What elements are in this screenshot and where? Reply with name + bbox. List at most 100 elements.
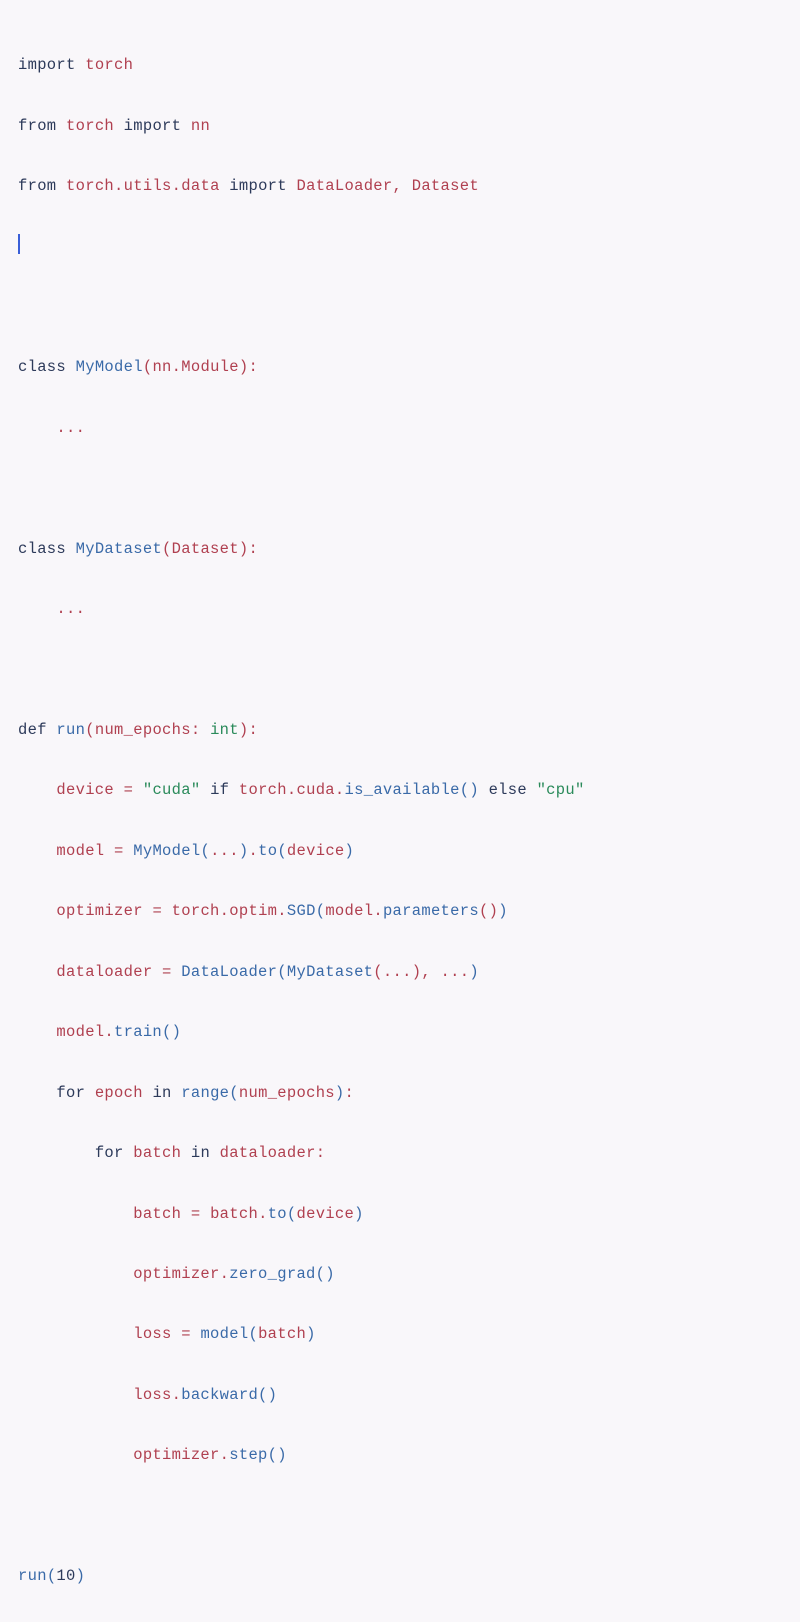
keyword-from: from (18, 177, 56, 195)
call-model: model (200, 1325, 248, 1343)
ident-torch: torch (239, 781, 287, 799)
punct-rparen: ) (277, 1446, 287, 1464)
punct-rparen: ) (76, 1567, 86, 1585)
punct-dot: . (220, 1446, 230, 1464)
punct-lparen: ( (373, 963, 383, 981)
ident-optim: optim (229, 902, 277, 920)
call-range: range (181, 1084, 229, 1102)
punct-lparen: ( (85, 721, 95, 739)
keyword-def: def (18, 721, 47, 739)
punct-dot: . (258, 1205, 268, 1223)
punct-colon: : (249, 721, 259, 739)
punct-dot: . (373, 902, 383, 920)
punct-rparen: ) (239, 721, 249, 739)
keyword-class: class (18, 540, 66, 558)
code-line-18: optimizer.zero_grad() (18, 1259, 782, 1289)
ident-nn: nn (191, 117, 210, 135)
punct-rparen: ) (498, 902, 508, 920)
op-eq: = (181, 1325, 191, 1343)
punct-rparen: ) (354, 1205, 364, 1223)
ident-DataLoader: DataLoader (297, 177, 393, 195)
code-line-3: from torch.utils.data import DataLoader,… (18, 171, 782, 201)
punct-lparen: ( (316, 1265, 326, 1283)
code-line-blank-2 (18, 473, 782, 503)
call-MyDataset: MyDataset (287, 963, 373, 981)
keyword-in: in (191, 1144, 210, 1162)
ident-torch: torch (85, 56, 133, 74)
punct-rparen: ) (489, 902, 499, 920)
keyword-import: import (124, 117, 182, 135)
punct-comma: , (393, 177, 403, 195)
punct-lparen: ( (287, 1205, 297, 1223)
ident-optimizer: optimizer (56, 902, 142, 920)
ellipsis: ... (56, 600, 85, 618)
ident-batch: batch (133, 1144, 181, 1162)
code-line-8: ... (18, 594, 782, 624)
ident-Dataset: Dataset (172, 540, 239, 558)
ident-batch: batch (258, 1325, 306, 1343)
punct-rparen: ) (412, 963, 422, 981)
keyword-else: else (489, 781, 527, 799)
op-eq: = (114, 842, 124, 860)
punct-rparen: ) (268, 1386, 278, 1404)
punct-dot: . (104, 1023, 114, 1041)
punct-lparen: ( (277, 963, 287, 981)
ident-num_epochs: num_epochs (239, 1084, 335, 1102)
ident-torch: torch (66, 177, 114, 195)
code-line-22: run(10) (18, 1561, 782, 1591)
funcname-run: run (56, 721, 85, 739)
ident-loss: loss (133, 1386, 171, 1404)
punct-rparen: ) (345, 842, 355, 860)
method-step: step (229, 1446, 267, 1464)
punct-lparen: ( (229, 1084, 239, 1102)
code-line-19: loss = model(batch) (18, 1319, 782, 1349)
code-line-11: model = MyModel(...).to(device) (18, 836, 782, 866)
punct-lparen: ( (162, 540, 172, 558)
method-zero_grad: zero_grad (229, 1265, 315, 1283)
ident-model: model (56, 1023, 104, 1041)
code-line-17: batch = batch.to(device) (18, 1199, 782, 1229)
keyword-class: class (18, 358, 66, 376)
op-eq: = (191, 1205, 201, 1223)
ident-optimizer: optimizer (133, 1446, 219, 1464)
ident-optimizer: optimizer (133, 1265, 219, 1283)
code-line-6: ... (18, 413, 782, 443)
punct-colon: : (248, 540, 258, 558)
code-line-14: model.train() (18, 1017, 782, 1047)
code-line-5: class MyModel(nn.Module): (18, 352, 782, 382)
code-line-blank-1 (18, 292, 782, 322)
op-eq: = (124, 781, 134, 799)
keyword-for: for (95, 1144, 124, 1162)
string-cpu: "cpu" (537, 781, 585, 799)
ident-cuda: cuda (297, 781, 335, 799)
punct-colon: : (191, 721, 201, 739)
punct-comma: , (421, 963, 431, 981)
punct-lparen: ( (460, 781, 470, 799)
code-line-7: class MyDataset(Dataset): (18, 534, 782, 564)
ident-loss: loss (133, 1325, 171, 1343)
ident-model: model (325, 902, 373, 920)
ident-dataloader: dataloader (56, 963, 152, 981)
call-run: run (18, 1567, 47, 1585)
punct-rparen: ) (325, 1265, 335, 1283)
punct-lparen: ( (200, 842, 210, 860)
classname-MyModel: MyModel (76, 358, 143, 376)
method-to: to (268, 1205, 287, 1223)
punct-rparen: ) (469, 963, 479, 981)
method-train: train (114, 1023, 162, 1041)
ident-nn: nn (152, 358, 171, 376)
code-line-10: device = "cuda" if torch.cuda.is_availab… (18, 775, 782, 805)
method-backward: backward (181, 1386, 258, 1404)
ident-utils: utils (124, 177, 172, 195)
punct-colon: : (345, 1084, 355, 1102)
ident-epoch: epoch (95, 1084, 143, 1102)
method-parameters: parameters (383, 902, 479, 920)
ellipsis: ... (56, 419, 85, 437)
param-num_epochs: num_epochs (95, 721, 191, 739)
ident-model: model (56, 842, 104, 860)
ident-batch: batch (210, 1205, 258, 1223)
punct-lparen: ( (143, 358, 153, 376)
ident-Dataset: Dataset (412, 177, 479, 195)
punct-rparen: ) (469, 781, 479, 799)
punct-dot: . (114, 177, 124, 195)
